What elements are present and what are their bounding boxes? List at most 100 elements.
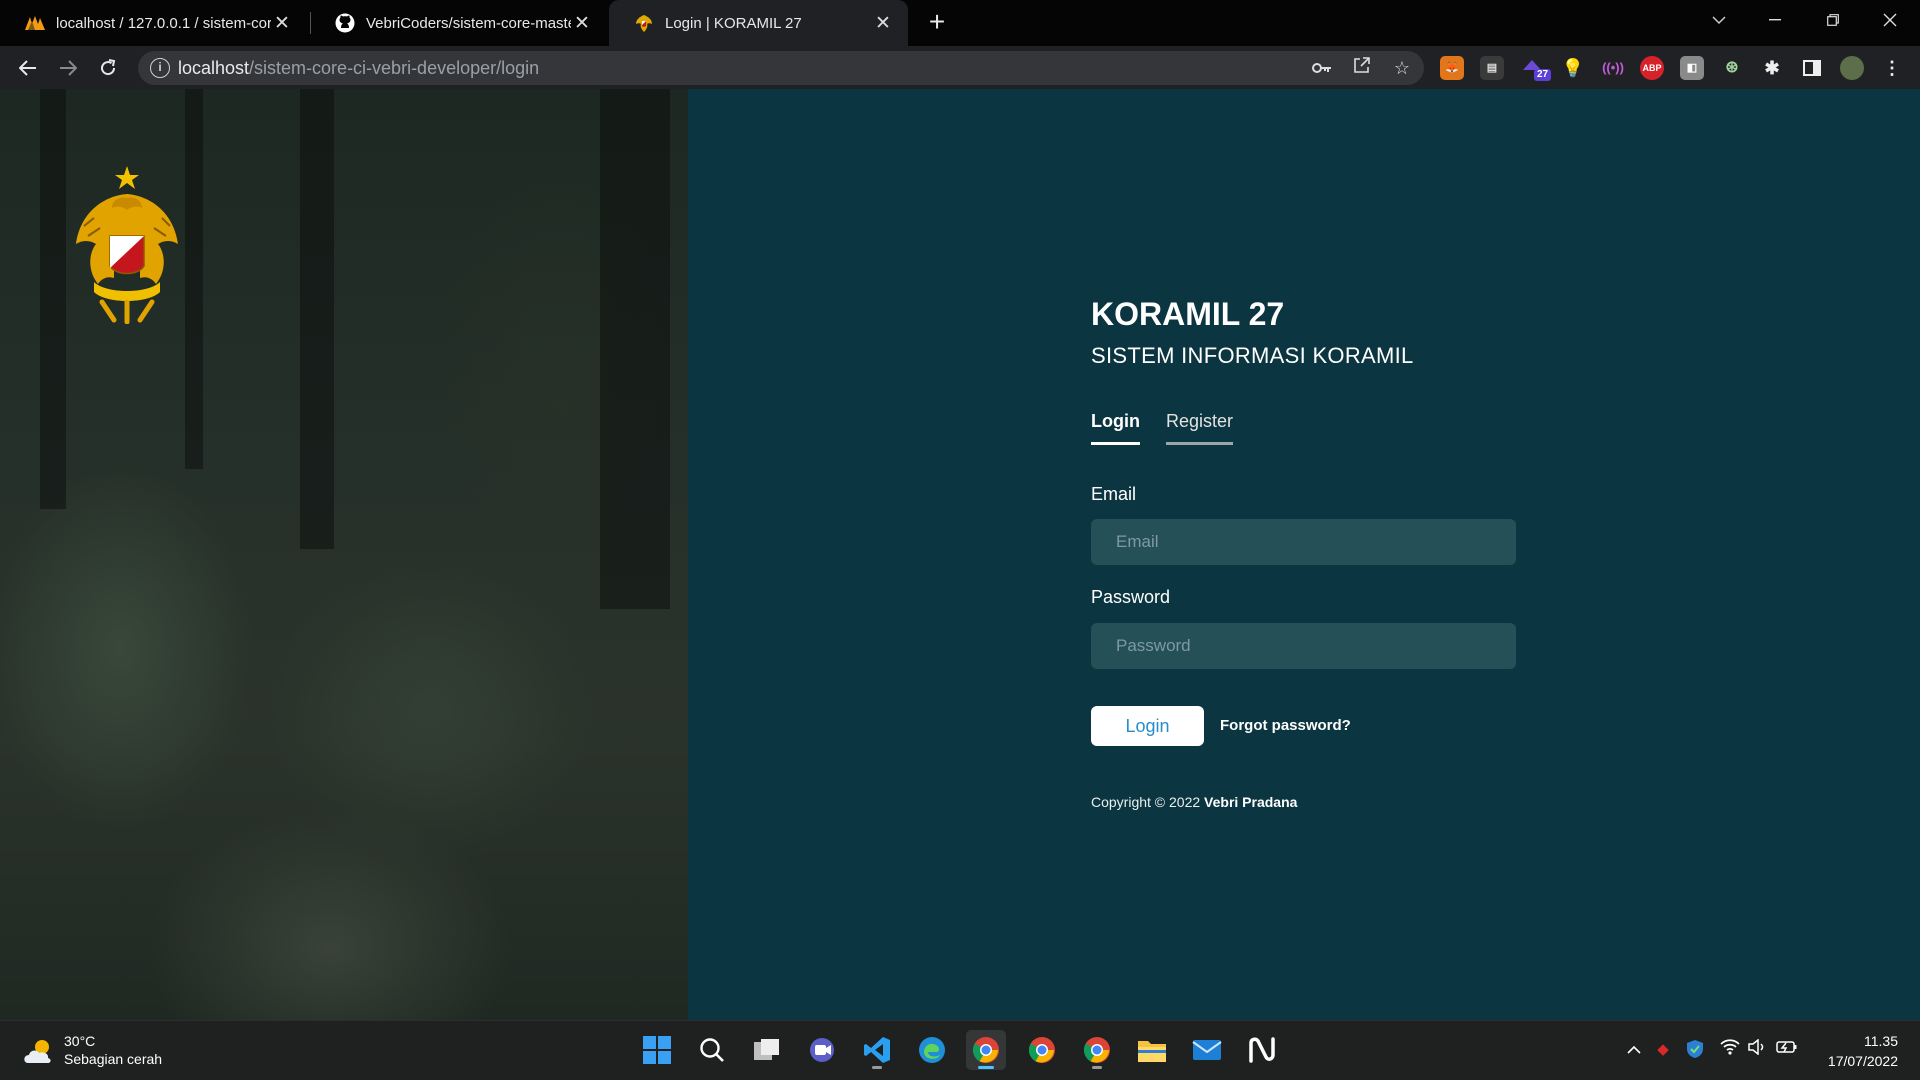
login-page: KORAMIL 27 SISTEM INFORMASI KORAMIL Logi… <box>0 89 1920 1020</box>
url-text[interactable]: localhost/sistem-core-ci-vebri-developer… <box>178 58 539 79</box>
url-host: localhost <box>178 58 250 78</box>
close-tab-icon[interactable]: ✕ <box>271 12 293 35</box>
copyright-text: Copyright © 2022 Vebri Pradana <box>1091 794 1297 810</box>
browser-menu-icon[interactable]: ⋮ <box>1880 56 1904 80</box>
site-info-icon[interactable]: i <box>150 58 170 78</box>
new-tab-button[interactable]: + <box>920 6 954 40</box>
show-hidden-icons-chevron[interactable] <box>1623 1039 1645 1061</box>
edge-taskbar-button[interactable] <box>912 1030 952 1070</box>
close-tab-icon[interactable]: ✕ <box>872 12 894 35</box>
browser-tab-strip: localhost / 127.0.0.1 / sistem-core ✕ Ve… <box>0 0 1920 46</box>
tab-title: localhost / 127.0.0.1 / sistem-core <box>56 14 271 32</box>
github-icon <box>334 12 356 34</box>
chrome-icon <box>972 1037 999 1063</box>
weather-widget[interactable]: 30°C Sebagian cerah <box>22 1031 182 1071</box>
battery-charging-icon[interactable] <box>1776 1039 1798 1061</box>
windows-taskbar: 30°C Sebagian cerah ◆ 11.35 17/07/2022 <box>0 1020 1920 1080</box>
mail-icon <box>1192 1040 1222 1060</box>
task-view-button[interactable] <box>747 1030 787 1070</box>
extension-badge-count: 27 <box>1534 69 1552 81</box>
tab-koramil-login[interactable]: Login | KORAMIL 27 ✕ <box>609 0 908 46</box>
file-explorer-taskbar-button[interactable] <box>1132 1030 1172 1070</box>
email-label: Email <box>1091 484 1137 504</box>
tab-title: VebriCoders/sistem-core-master- <box>366 14 571 32</box>
running-indicator <box>1092 1066 1102 1069</box>
edge-icon <box>919 1037 945 1063</box>
profile-avatar[interactable] <box>1840 56 1864 80</box>
folder-icon <box>1138 1041 1166 1062</box>
email-field[interactable] <box>1091 519 1516 565</box>
tab-title: Login | KORAMIL 27 <box>665 14 802 32</box>
lightbulb-extension-icon[interactable]: 💡 <box>1561 56 1585 80</box>
extension-badge-icon[interactable]: 27 <box>1520 56 1552 81</box>
brand-subtitle: SISTEM INFORMASI KORAMIL <box>1091 343 1414 368</box>
wifi-icon[interactable] <box>1719 1039 1741 1061</box>
adblock-plus-icon[interactable]: ABP <box>1640 56 1664 80</box>
phpmyadmin-icon <box>24 12 46 34</box>
running-indicator <box>872 1066 882 1069</box>
puzzle-extensions-icon[interactable]: ✱ <box>1760 56 1784 80</box>
copyright-author: Vebri Pradana <box>1204 794 1298 810</box>
vscode-taskbar-button[interactable] <box>857 1030 897 1070</box>
chrome-taskbar-button[interactable] <box>966 1030 1006 1070</box>
tree-trunk-shape <box>300 89 334 549</box>
app-n-taskbar-button[interactable] <box>1242 1030 1282 1070</box>
taskbar-search-button[interactable] <box>692 1030 732 1070</box>
password-key-icon[interactable] <box>1310 56 1334 80</box>
close-tab-icon[interactable]: ✕ <box>571 12 593 35</box>
start-button[interactable] <box>637 1030 677 1070</box>
side-panel-icon[interactable] <box>1800 56 1824 80</box>
browser-toolbar: i localhost/sistem-core-ci-vebri-develop… <box>0 46 1920 89</box>
tool-extension-icon[interactable]: ◧ <box>1680 56 1704 80</box>
teams-chat-button[interactable] <box>802 1030 842 1070</box>
security-shield-icon[interactable] <box>1684 1039 1706 1061</box>
task-view-icon <box>754 1039 779 1060</box>
copyright-prefix: Copyright © 2022 <box>1091 794 1201 810</box>
broadcast-extension-icon[interactable]: ((•)) <box>1601 56 1625 80</box>
tab-phpmyadmin[interactable]: localhost / 127.0.0.1 / sistem-core ✕ <box>0 0 307 46</box>
koramil-emblem-logo <box>76 166 178 324</box>
share-icon[interactable] <box>1350 56 1374 80</box>
eye-extension-icon[interactable]: ⊛ <box>1720 56 1744 80</box>
back-button[interactable] <box>12 52 44 84</box>
tab-github[interactable]: VebriCoders/sistem-core-master- ✕ <box>310 0 607 46</box>
volume-icon[interactable] <box>1747 1038 1769 1061</box>
chrome-second-taskbar-button[interactable] <box>1077 1030 1117 1070</box>
brand-title: KORAMIL 27 <box>1091 296 1285 332</box>
clock-time: 11.35 <box>1864 1033 1898 1049</box>
chrome-profile-taskbar-button[interactable] <box>1022 1030 1062 1070</box>
window-extension-icon[interactable]: ▤ <box>1480 56 1504 80</box>
hero-soldiers-image <box>0 89 688 1020</box>
vscode-icon <box>864 1037 890 1063</box>
partly-cloudy-icon <box>24 1040 51 1063</box>
clock-date: 17/07/2022 <box>1827 1053 1898 1069</box>
teams-chat-icon <box>810 1038 834 1062</box>
weather-condition: Sebagian cerah <box>64 1051 163 1067</box>
chrome-icon <box>1028 1037 1055 1063</box>
system-clock[interactable]: 11.35 17/07/2022 <box>1828 1031 1898 1071</box>
tab-login[interactable]: Login <box>1091 411 1140 445</box>
reload-button[interactable] <box>92 52 124 84</box>
password-field[interactable] <box>1091 623 1516 669</box>
forward-button[interactable] <box>52 52 84 84</box>
mail-taskbar-button[interactable] <box>1187 1030 1227 1070</box>
forgot-password-link[interactable]: Forgot password? <box>1220 717 1351 734</box>
tree-trunk-shape <box>185 89 203 469</box>
metamask-extension-icon[interactable]: 🦊 <box>1440 56 1464 80</box>
password-label: Password <box>1091 587 1171 607</box>
tab-search-icon[interactable] <box>1691 0 1747 40</box>
minimize-button[interactable] <box>1747 0 1803 40</box>
tree-trunk-shape <box>40 89 66 509</box>
n-app-icon <box>1249 1037 1275 1063</box>
close-window-button[interactable] <box>1862 0 1918 40</box>
url-path: /sistem-core-ci-vebri-developer/login <box>249 58 540 78</box>
tray-app-icon[interactable]: ◆ <box>1652 1039 1674 1061</box>
search-icon <box>700 1038 724 1062</box>
tab-register[interactable]: Register <box>1166 411 1234 445</box>
restore-button[interactable] <box>1805 0 1861 40</box>
login-button[interactable]: Login <box>1091 706 1204 746</box>
chrome-icon <box>1083 1037 1110 1063</box>
address-bar[interactable]: i localhost/sistem-core-ci-vebri-develop… <box>138 51 1424 85</box>
bookmark-star-icon[interactable]: ☆ <box>1390 56 1414 80</box>
running-indicator <box>978 1066 994 1069</box>
